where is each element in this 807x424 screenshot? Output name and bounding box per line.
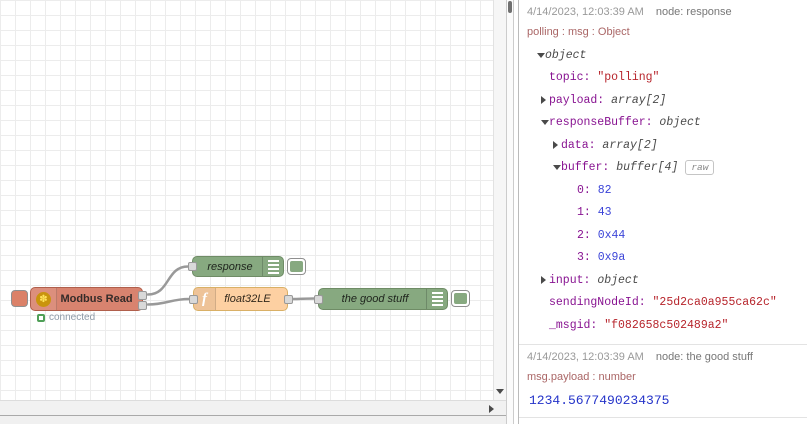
node-status: connected: [37, 312, 95, 323]
node-debug-response[interactable]: response: [188, 256, 284, 277]
debug-tree-row: input: object: [527, 269, 799, 292]
debug-enable-toggle-response[interactable]: [287, 258, 306, 275]
debug-value: "polling": [597, 71, 660, 85]
debug-tree-row: data: array[2]: [527, 134, 799, 157]
debug-value: "f082658c502489a2": [604, 318, 729, 332]
modbus-output-port-1[interactable]: [138, 291, 147, 300]
wire-function-to-goodstuff[interactable]: [290, 297, 316, 301]
debug-enable-toggle-goodstuff[interactable]: [451, 290, 470, 307]
node-function-float32le[interactable]: f float32LE: [189, 287, 293, 311]
debug-key: 0:: [577, 183, 598, 197]
node-label: Modbus Read: [60, 293, 133, 305]
scroll-right-arrow-icon[interactable]: [489, 405, 494, 413]
debug-panel-scrollbar[interactable]: [506, 0, 514, 424]
node-modbus-read[interactable]: ✽ Modbus Read: [30, 287, 147, 311]
debug-key: _msgid:: [549, 318, 605, 332]
debug-value: 43: [597, 206, 612, 220]
debug-tree-row: 1: 43: [527, 202, 799, 225]
debug-tree-row: _msgid: "f082658c502489a2": [527, 314, 799, 337]
debug-list-icon: [426, 289, 447, 309]
debug-value: object: [545, 48, 587, 62]
scroll-down-arrow-icon[interactable]: [496, 389, 504, 394]
source-node-name: node: response: [655, 6, 732, 18]
debug-value: buffer[4]: [616, 161, 679, 175]
collapse-arrow-icon[interactable]: [537, 53, 545, 58]
window-bottom-chrome: [0, 415, 506, 424]
debug-message-meta: 4/14/2023, 12:03:39 AM node: response: [527, 6, 799, 22]
debug-sidebar: 4/14/2023, 12:03:39 AM node: response po…: [519, 0, 807, 424]
response-input-port[interactable]: [188, 262, 197, 271]
debug-message-meta: 4/14/2023, 12:03:39 AM node: the good st…: [527, 351, 799, 367]
node-red-window: ✽ Modbus Read connected response f float…: [0, 0, 807, 424]
debug-value: object: [659, 116, 701, 130]
debug-key: payload:: [549, 93, 612, 107]
expand-arrow-icon[interactable]: [541, 276, 549, 284]
modbus-trigger-button[interactable]: [11, 290, 28, 307]
goodstuff-input-port[interactable]: [314, 295, 323, 304]
debug-key: sendingNodeId:: [549, 296, 653, 310]
debug-key: 1:: [577, 206, 598, 220]
debug-value: 82: [597, 183, 612, 197]
debug-message-subject: polling : msg : Object: [527, 26, 630, 38]
source-node-name: node: the good stuff: [655, 350, 753, 363]
debug-key: 2:: [577, 228, 598, 242]
timestamp: 4/14/2023, 12:03:39 AM: [527, 350, 644, 363]
debug-message: 4/14/2023, 12:03:39 AM node: response po…: [519, 0, 807, 345]
debug-value: object: [597, 273, 639, 287]
debug-key: responseBuffer:: [549, 116, 660, 130]
collapse-arrow-icon[interactable]: [541, 120, 549, 125]
debug-tree-row: sendingNodeId: "25d2ca0a955ca62c": [527, 292, 799, 315]
debug-key: topic:: [549, 71, 598, 85]
flow-canvas[interactable]: ✽ Modbus Read connected response f float…: [0, 0, 493, 400]
collapse-arrow-icon[interactable]: [553, 165, 561, 170]
node-label: float32LE: [224, 293, 271, 305]
debug-key: input:: [549, 273, 598, 287]
debug-tree: object topic: "polling" payload: array[2] r…: [527, 44, 799, 337]
debug-tree-row: topic: "polling": [527, 67, 799, 90]
expand-arrow-icon[interactable]: [541, 96, 549, 104]
debug-value: array[2]: [611, 93, 667, 107]
debug-value: array[2]: [602, 138, 658, 152]
node-debug-good-stuff[interactable]: the good stuff: [314, 288, 448, 310]
debug-message-subject: msg.payload : number: [527, 370, 636, 383]
status-connected-icon: [37, 313, 45, 322]
modbus-output-port-2[interactable]: [138, 301, 147, 310]
debug-payload-value: 1234.5677490234375: [529, 392, 670, 408]
debug-tree-row: 3: 0x9a: [527, 247, 799, 270]
debug-value: 0x44: [597, 228, 626, 242]
timestamp: 4/14/2023, 12:03:39 AM: [527, 6, 644, 18]
debug-list-icon: [262, 257, 283, 276]
debug-tree-row: 0: 82: [527, 179, 799, 202]
scrollbar-thumb[interactable]: [508, 1, 512, 13]
function-input-port[interactable]: [189, 295, 198, 304]
debug-tree-row: responseBuffer: object: [527, 112, 799, 135]
function-output-port[interactable]: [284, 295, 293, 304]
modbus-icon-box: ✽: [31, 288, 57, 310]
node-label: the good stuff: [341, 293, 409, 305]
debug-key: buffer:: [561, 161, 617, 175]
debug-value: "25d2ca0a955ca62c": [652, 296, 777, 310]
expand-arrow-icon[interactable]: [553, 141, 561, 149]
debug-tree-row: object: [527, 44, 799, 67]
node-label: response: [207, 260, 253, 273]
debug-value: 0x9a: [597, 251, 626, 265]
wire-layer: [146, 265, 316, 306]
debug-key: data:: [561, 138, 603, 152]
wire-modbus-to-function[interactable]: [146, 297, 191, 306]
debug-tree-row: payload: array[2]: [527, 89, 799, 112]
canvas-vertical-scrollbar[interactable]: [493, 0, 506, 400]
debug-key: 3:: [577, 251, 598, 265]
debug-tree-row: buffer: buffer[4] raw: [527, 157, 799, 180]
debug-tree-row: 2: 0x44: [527, 224, 799, 247]
canvas-horizontal-scrollbar[interactable]: [0, 400, 506, 415]
debug-message: 4/14/2023, 12:03:39 AM node: the good st…: [519, 345, 807, 418]
modbus-flower-icon: ✽: [36, 291, 51, 307]
wire-modbus-to-response[interactable]: [146, 265, 190, 296]
raw-button[interactable]: raw: [685, 160, 715, 176]
